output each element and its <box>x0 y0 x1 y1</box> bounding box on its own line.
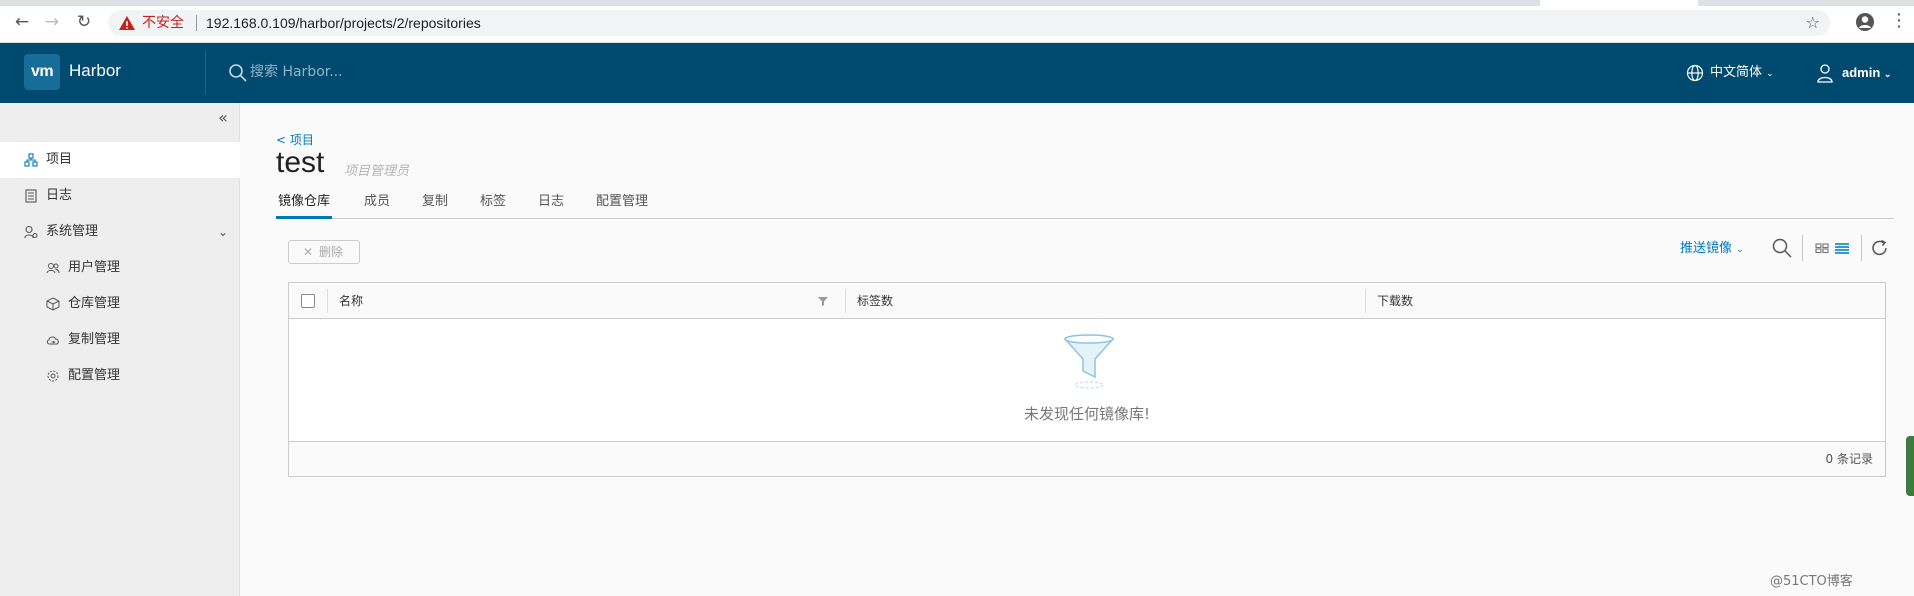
project-tabs: 镜像仓库 成员 复制 标签 日志 配置管理 <box>276 189 1894 219</box>
replication-icon <box>46 336 59 345</box>
empty-filter-icon <box>1063 334 1115 389</box>
tab-logs[interactable]: 日志 <box>536 189 566 219</box>
insecure-label: 不安全 <box>142 15 184 31</box>
sidebar-item-label: 系统管理 <box>46 224 99 239</box>
search-icon <box>229 64 247 82</box>
table-footer: 0 条记录 <box>289 441 1885 476</box>
tab-labels[interactable]: 标签 <box>478 189 508 219</box>
search-icon[interactable] <box>1771 237 1793 259</box>
app-header: vm Harbor 中文简体 ⌄ admin ⌄ <box>0 43 1914 103</box>
sidebar-item-logs[interactable]: 日志 <box>0 178 240 214</box>
sidebar-item-users[interactable]: 用户管理 <box>0 250 240 286</box>
warning-icon <box>119 16 135 30</box>
header-divider <box>205 51 206 95</box>
chevron-down-icon: ⌄ <box>1766 69 1774 79</box>
browser-menu-icon[interactable]: ⋮ <box>1890 11 1908 31</box>
delete-button-label: 删除 <box>319 245 344 259</box>
sidebar-item-administration[interactable]: 系统管理 ⌄ <box>0 214 240 250</box>
global-search-input[interactable] <box>250 60 550 84</box>
push-image-button[interactable]: 推送镜像 ⌄ <box>1680 239 1744 260</box>
user-icon <box>1817 64 1833 83</box>
refresh-icon[interactable] <box>1869 237 1891 259</box>
column-separator <box>1365 289 1366 313</box>
back-arrow-icon[interactable]: ← <box>12 12 32 32</box>
browser-tabstrip <box>0 0 1914 6</box>
chevron-down-icon: ⌄ <box>1736 245 1744 255</box>
project-role-label: 项目管理员 <box>344 164 410 179</box>
tab-members[interactable]: 成员 <box>362 189 392 219</box>
repositories-table: 名称 标签数 下载数 未发现任何镜像库! 0 条记录 <box>288 282 1886 477</box>
reload-icon[interactable]: ↻ <box>74 12 94 32</box>
toolbar-divider <box>1861 235 1862 261</box>
page-title: test <box>276 146 325 179</box>
list-view-icon[interactable] <box>1832 237 1854 259</box>
bookmark-star-icon[interactable]: ☆ <box>1806 13 1820 33</box>
table-header: 名称 标签数 下载数 <box>289 283 1885 319</box>
empty-state-message: 未发现任何镜像库! <box>1023 405 1150 423</box>
address-separator <box>196 15 197 31</box>
toolbar-divider <box>1802 235 1803 261</box>
sidebar-item-label: 配置管理 <box>68 368 121 383</box>
main-content: < 项目 test 项目管理员 镜像仓库 成员 复制 标签 日志 配置管理 ✕ … <box>240 103 1914 596</box>
card-view-icon[interactable] <box>1812 237 1834 259</box>
column-separator <box>845 289 846 313</box>
record-count: 0 条记录 <box>1825 452 1873 466</box>
logs-icon <box>25 189 37 203</box>
select-all-checkbox[interactable] <box>301 294 315 308</box>
sidebar-item-label: 日志 <box>46 188 73 203</box>
sidebar-item-configuration[interactable]: 配置管理 <box>0 358 240 394</box>
chevron-down-icon: ⌄ <box>217 225 228 239</box>
sidebar-item-registries[interactable]: 仓库管理 <box>0 286 240 322</box>
sidebar-item-replication[interactable]: 复制管理 <box>0 322 240 358</box>
tab-configuration[interactable]: 配置管理 <box>594 189 650 219</box>
username-label: admin <box>1842 65 1881 80</box>
users-icon <box>46 263 60 274</box>
active-browser-tab[interactable] <box>1540 0 1698 6</box>
language-label: 中文简体 <box>1710 65 1763 80</box>
address-bar[interactable]: 不安全 192.168.0.109/harbor/projects/2/repo… <box>108 10 1830 36</box>
column-header-pulls[interactable]: 下载数 <box>1377 283 1413 319</box>
admin-icon <box>24 225 38 239</box>
sidebar-item-label: 用户管理 <box>68 260 121 275</box>
registries-icon <box>46 297 60 311</box>
app-name[interactable]: Harbor <box>69 61 121 81</box>
projects-icon <box>24 153 38 167</box>
column-header-name[interactable]: 名称 <box>339 283 363 319</box>
profile-avatar-icon[interactable] <box>1855 12 1875 32</box>
sidebar-item-label: 复制管理 <box>68 332 121 347</box>
tab-repositories[interactable]: 镜像仓库 <box>276 189 333 219</box>
forward-arrow-icon[interactable]: → <box>42 12 62 32</box>
url-text[interactable]: 192.168.0.109/harbor/projects/2/reposito… <box>206 14 481 32</box>
column-header-tags[interactable]: 标签数 <box>857 283 893 319</box>
sidebar-item-projects[interactable]: 项目 <box>0 142 240 178</box>
chevron-down-icon: ⌄ <box>1883 69 1892 79</box>
close-icon: ✕ <box>303 245 314 259</box>
side-feedback-tab[interactable] <box>1906 436 1914 496</box>
browser-toolbar: ← → ↻ 不安全 192.168.0.109/harbor/projects/… <box>0 0 1914 43</box>
globe-icon <box>1686 64 1704 82</box>
sidebar: « 项目 日志 系统管理 ⌄ 用户管理 仓库管理 复制管理 配置管理 <box>0 103 240 596</box>
delete-button[interactable]: ✕ 删除 <box>288 240 360 264</box>
watermark: @51CTO博客 <box>1770 574 1853 589</box>
vmware-logo[interactable]: vm <box>24 54 60 90</box>
push-image-label: 推送镜像 <box>1680 241 1733 256</box>
gear-icon <box>47 370 59 382</box>
sidebar-item-label: 项目 <box>46 152 73 167</box>
sidebar-item-label: 仓库管理 <box>68 296 121 311</box>
column-separator <box>327 289 328 313</box>
collapse-sidebar-icon[interactable]: « <box>214 109 232 127</box>
filter-icon[interactable] <box>817 295 829 307</box>
tab-replication[interactable]: 复制 <box>420 189 450 219</box>
